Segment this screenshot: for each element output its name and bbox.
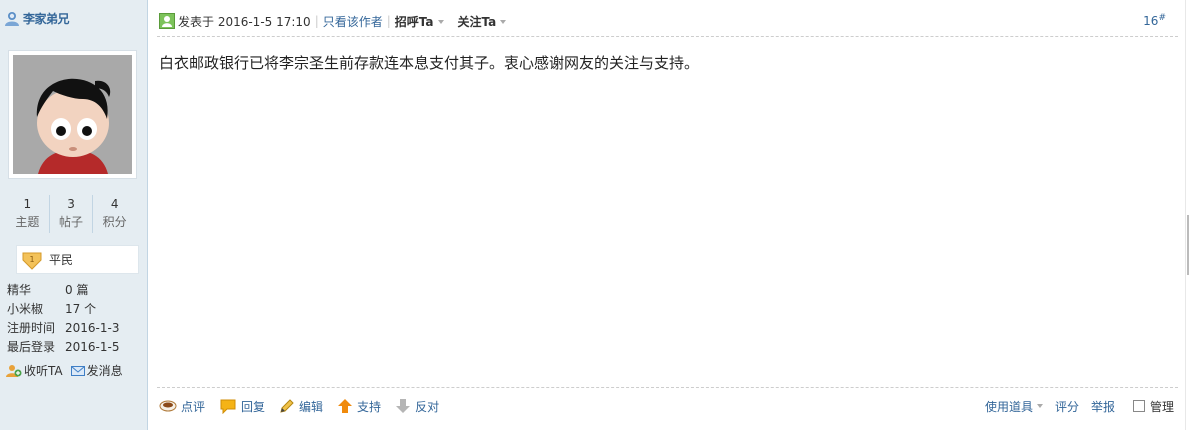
rank-level: 1: [29, 255, 34, 264]
author-actions: 收听TA 发消息: [6, 362, 123, 379]
manage-checkbox[interactable]: [1132, 400, 1145, 412]
info-value: 17 个: [65, 302, 97, 316]
user-rank: 1 平民: [16, 245, 139, 274]
arrow-up-icon: [338, 399, 353, 413]
send-message-label: 发消息: [86, 364, 123, 378]
only-author-link[interactable]: 只看该作者: [323, 13, 383, 30]
rate-link[interactable]: 评分: [1055, 398, 1079, 415]
reply-label: 回复: [241, 399, 266, 414]
reply-button[interactable]: 回复: [219, 398, 265, 415]
info-row: 最后登录 2016-1-5: [7, 338, 119, 357]
info-value: 2016-1-3: [65, 321, 120, 335]
stat-points-num: 4: [110, 197, 119, 211]
info-key: 小米椒: [7, 302, 44, 316]
stat-posts[interactable]: 3 帖子: [50, 195, 94, 233]
avatar-frame[interactable]: [8, 50, 137, 179]
edit-button[interactable]: 编辑: [279, 398, 323, 415]
stat-points-label: 积分: [102, 215, 127, 229]
use-tools-label: 使用道具: [984, 399, 1033, 414]
stat-posts-num: 3: [67, 197, 75, 211]
comment-button[interactable]: 点评: [159, 398, 205, 415]
rank-badge-icon: 1: [22, 252, 42, 270]
stat-threads-label: 主题: [15, 215, 40, 229]
envelope-icon: [70, 365, 85, 376]
footer-divider: [157, 387, 1178, 388]
comment-cup-icon: [159, 400, 177, 412]
info-row: 注册时间 2016-1-3: [7, 319, 119, 338]
comment-label: 点评: [181, 399, 206, 414]
avatar[interactable]: [13, 55, 132, 174]
follow-button[interactable]: 关注Ta: [458, 13, 507, 30]
scrollbar-thumb[interactable]: [1187, 215, 1189, 275]
post-footer: 点评 回复 编辑 支持 反对 使用道具 评分 举报 管理: [159, 396, 1174, 416]
info-value: 2016-1-5: [65, 340, 120, 354]
edit-label: 编辑: [299, 399, 324, 414]
post-header: 发表于 2016-1-5 17:10 | 只看该作者 | 招呼Ta 关注Ta: [159, 11, 1178, 31]
post-main: 发表于 2016-1-5 17:10 | 只看该作者 | 招呼Ta 关注Ta 1…: [149, 0, 1190, 430]
info-row: 小米椒 17 个: [7, 300, 119, 319]
info-key: 注册时间: [7, 321, 56, 335]
author-sidebar: 李家弟兄 1 主题 3 帖子 4 积分 1 平民 精华 0 篇 小米椒 17 个…: [0, 0, 148, 430]
chevron-down-icon: [437, 20, 444, 24]
author-info: 精华 0 篇 小米椒 17 个 注册时间 2016-1-3 最后登录 2016-…: [7, 281, 119, 357]
divider: |: [314, 14, 319, 28]
author-online-icon: [159, 13, 175, 29]
info-value: 0 篇: [65, 283, 89, 297]
floor-number-value: 16: [1143, 14, 1159, 28]
chevron-down-icon: [1036, 404, 1043, 408]
pencil-icon: [280, 399, 294, 413]
support-label: 支持: [357, 399, 382, 414]
post-content: 白衣邮政银行已将李宗圣生前存款连本息支付其子。衷心感谢网友的关注与支持。: [159, 54, 700, 72]
stat-posts-label: 帖子: [59, 215, 84, 229]
online-user-icon: [4, 11, 20, 27]
author-stats: 1 主题 3 帖子 4 积分: [6, 195, 136, 233]
floor-mark: #: [1158, 13, 1166, 23]
scrollbar[interactable]: [1185, 0, 1190, 430]
stat-threads[interactable]: 1 主题: [6, 195, 50, 233]
send-message-button[interactable]: 发消息: [70, 362, 123, 379]
follow-author-button[interactable]: 收听TA: [6, 362, 63, 379]
oppose-button[interactable]: 反对: [395, 398, 439, 415]
add-user-icon: [6, 364, 22, 377]
info-key: 精华: [7, 283, 32, 297]
author-name[interactable]: 李家弟兄: [23, 10, 70, 27]
rank-label: 平民: [49, 253, 74, 267]
manage-label: 管理: [1149, 399, 1174, 414]
speech-bubble-icon: [220, 399, 236, 414]
author-header: 李家弟兄: [4, 10, 70, 27]
arrow-down-icon: [396, 399, 411, 413]
stat-threads-num: 1: [23, 197, 32, 211]
greet-label: 招呼Ta: [394, 14, 434, 29]
report-link[interactable]: 举报: [1091, 398, 1115, 415]
use-tools-menu[interactable]: 使用道具: [985, 398, 1043, 415]
divider: |: [386, 14, 391, 28]
greet-button[interactable]: 招呼Ta: [395, 13, 444, 30]
follow-label: 关注Ta: [457, 14, 497, 29]
post-timestamp: 发表于 2016-1-5 17:10: [178, 14, 311, 29]
oppose-label: 反对: [415, 399, 440, 414]
info-key: 最后登录: [7, 340, 56, 354]
follow-author-label: 收听TA: [24, 364, 63, 378]
chevron-down-icon: [500, 20, 507, 24]
header-divider: [157, 36, 1178, 37]
info-row: 精华 0 篇: [7, 281, 119, 300]
stat-points[interactable]: 4 积分: [93, 195, 136, 233]
floor-number[interactable]: 16#: [1143, 13, 1166, 28]
support-button[interactable]: 支持: [337, 398, 381, 415]
